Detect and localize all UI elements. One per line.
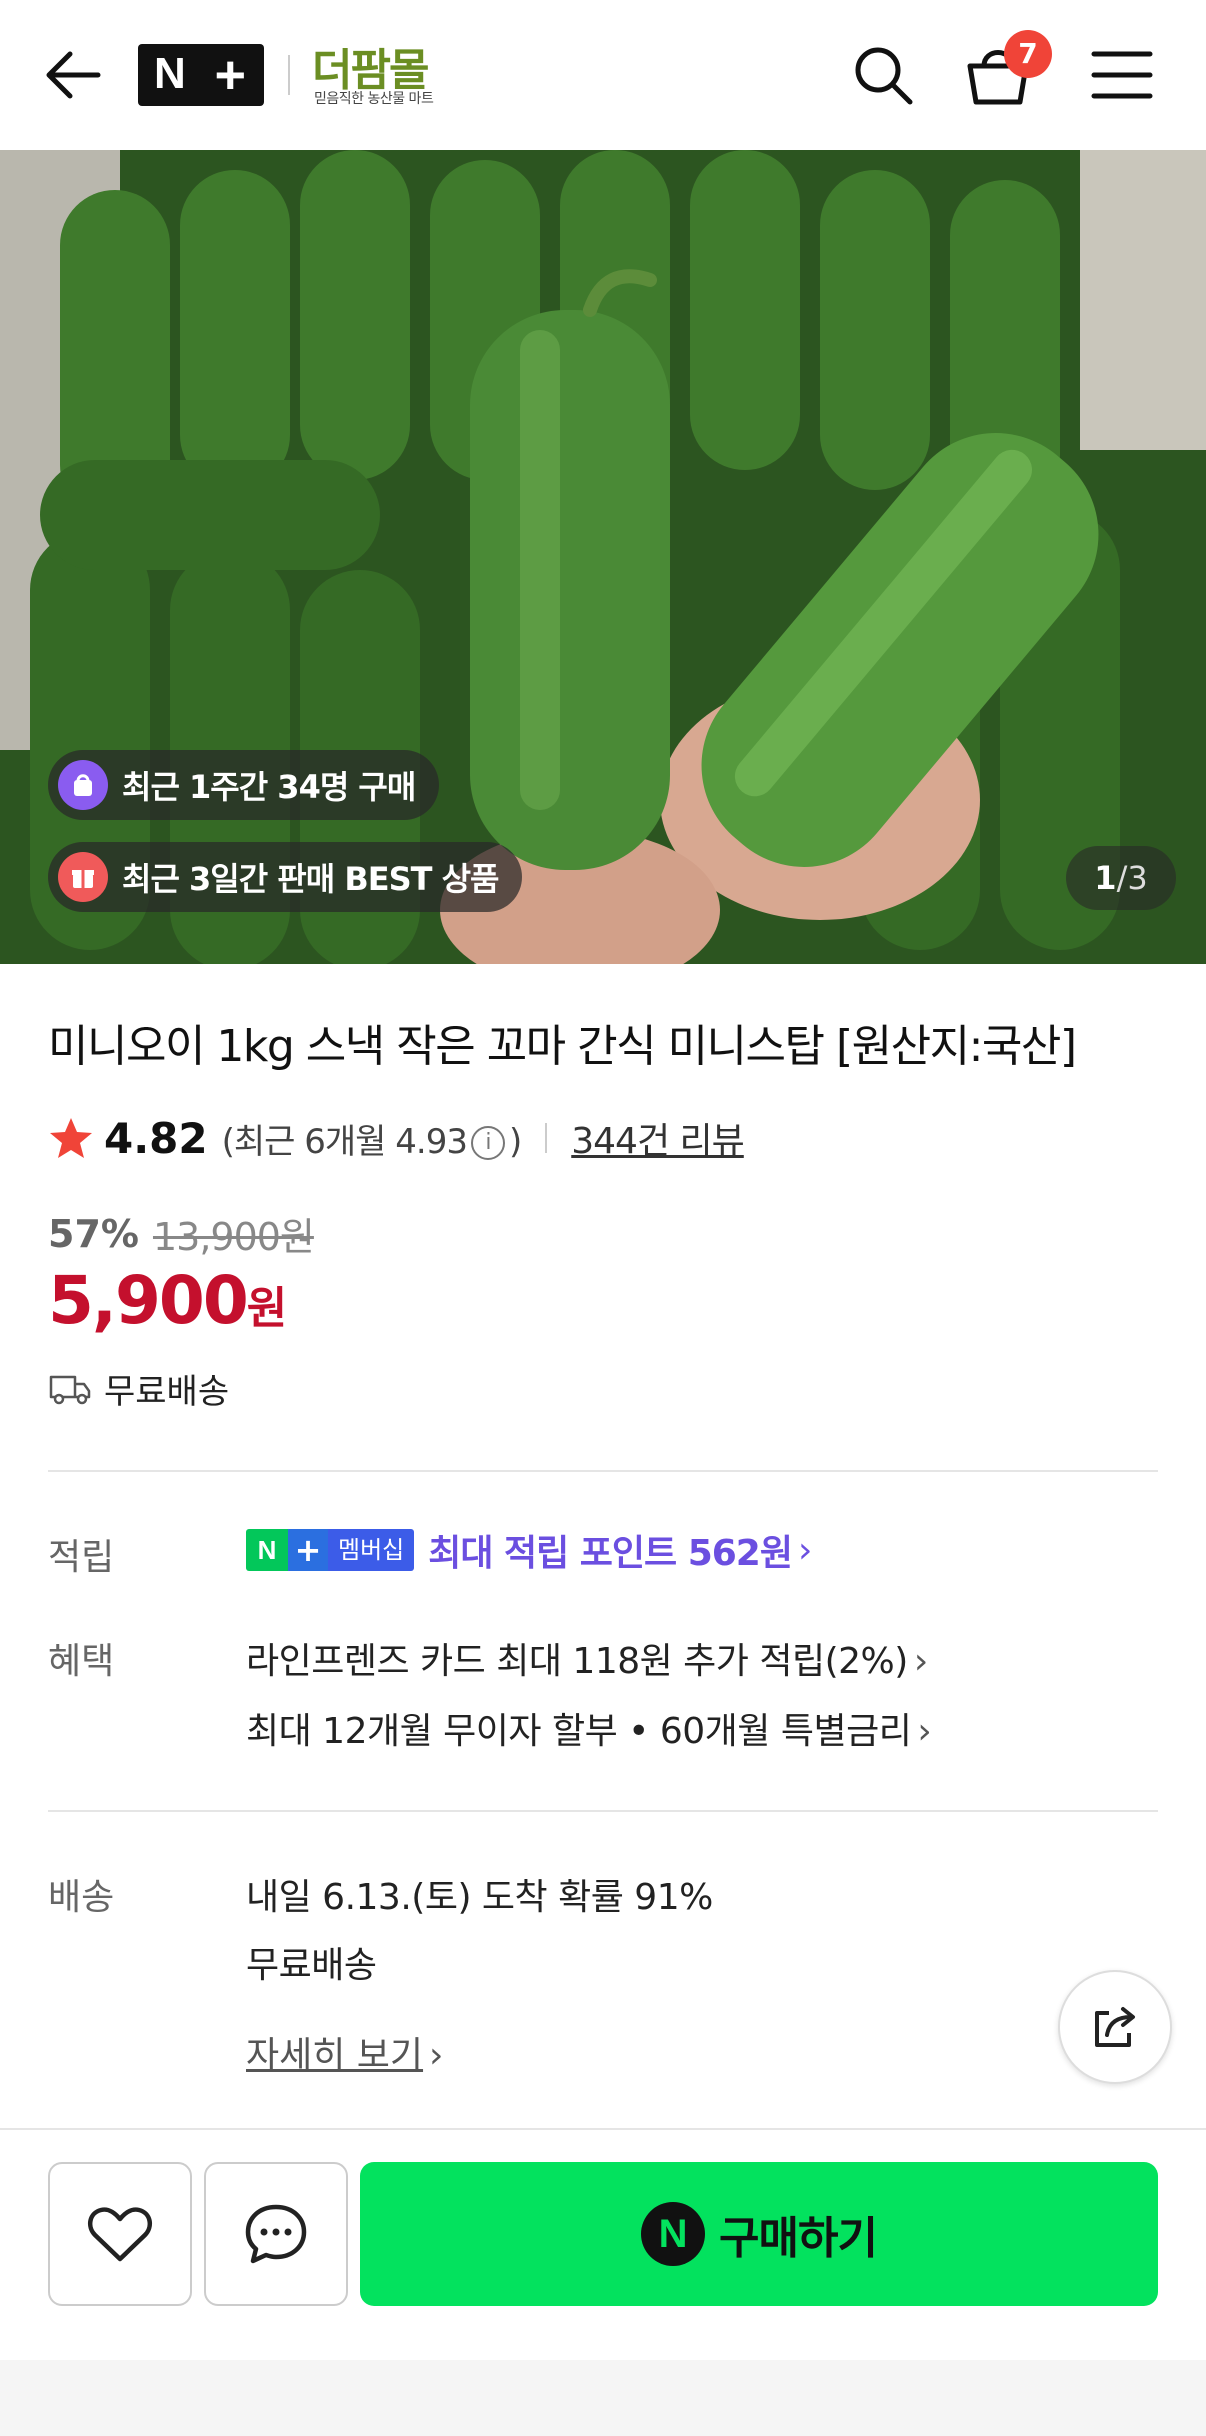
search-button[interactable] bbox=[848, 40, 918, 110]
recent-rating: (최근 6개월 4.93 i) bbox=[221, 1114, 523, 1163]
truck-icon bbox=[49, 1375, 91, 1404]
image-index: 1 bbox=[1094, 859, 1117, 897]
recent-buyers-text: 최근 1주간 34명 구매 bbox=[122, 768, 416, 806]
sale-price: 5,900 bbox=[48, 1262, 249, 1339]
chevron-right-icon: › bbox=[917, 1711, 932, 1752]
max-points-text: 최대 적립 포인트 562원 bbox=[428, 1533, 793, 1574]
membership-points-link[interactable]: N + 멤버십 최대 적립 포인트 562원 › bbox=[246, 1524, 812, 1576]
membership-n: N bbox=[246, 1529, 288, 1571]
nplus-membership-badge: N + 멤버십 bbox=[246, 1529, 415, 1571]
price-unit: 원 bbox=[246, 1283, 288, 1334]
review-count-link[interactable]: 344건 리뷰 bbox=[571, 1112, 745, 1164]
original-price: 13,900원 bbox=[152, 1215, 315, 1259]
heart-icon bbox=[87, 2207, 153, 2262]
cart-count-badge: 7 bbox=[1004, 30, 1052, 78]
search-icon bbox=[855, 47, 913, 105]
shopping-bag-icon bbox=[58, 760, 108, 810]
section-divider bbox=[48, 1470, 1158, 1472]
logo-plus: + bbox=[214, 45, 246, 105]
chat-button[interactable] bbox=[204, 2162, 348, 2306]
installment-link[interactable]: 최대 12개월 무이자 할부 • 60개월 특별금리 › bbox=[246, 1702, 932, 1754]
menu-button[interactable] bbox=[1090, 44, 1154, 106]
image-total: /3 bbox=[1116, 859, 1148, 897]
membership-plus: + bbox=[288, 1529, 328, 1571]
logo-n: N bbox=[154, 49, 186, 98]
wishlist-button[interactable] bbox=[48, 2162, 192, 2306]
delivery-label: 배송 bbox=[48, 1877, 115, 1918]
share-button[interactable] bbox=[1058, 1970, 1172, 2084]
card-benefit-text: 라인프렌즈 카드 최대 118원 추가 적립(2%) bbox=[246, 1641, 908, 1682]
chat-icon bbox=[245, 2204, 307, 2264]
buy-button[interactable]: N 구매하기 bbox=[360, 2162, 1158, 2306]
discount-percent: 57% bbox=[48, 1211, 139, 1256]
installment-text: 최대 12개월 무이자 할부 • 60개월 특별금리 bbox=[246, 1711, 912, 1752]
info-icon[interactable]: i bbox=[470, 1126, 505, 1160]
best-seller-text: 최근 3일간 판매 BEST 상품 bbox=[122, 860, 499, 898]
points-label: 적립 bbox=[48, 1537, 115, 1578]
app-header: N + 더팜몰 믿음직한 농산물 마트 7 bbox=[0, 0, 1206, 150]
logo-divider bbox=[288, 55, 290, 95]
share-icon bbox=[1095, 2007, 1135, 2047]
star-icon bbox=[50, 1118, 92, 1158]
gift-icon bbox=[58, 852, 108, 902]
back-arrow-icon bbox=[46, 51, 101, 99]
rating-divider bbox=[545, 1123, 548, 1153]
price-row: 5,900원 bbox=[48, 1262, 287, 1339]
card-benefit-link[interactable]: 라인프렌즈 카드 최대 118원 추가 적립(2%) › bbox=[246, 1632, 928, 1684]
chevron-right-icon: › bbox=[429, 2035, 444, 2076]
rating-row: 4.82 (최근 6개월 4.93 i) 344건 리뷰 bbox=[48, 1108, 745, 1168]
rating-value: 4.82 bbox=[104, 1113, 208, 1163]
section-divider bbox=[48, 1810, 1158, 1812]
best-seller-badge: 최근 3일간 판매 BEST 상품 bbox=[48, 842, 523, 912]
home-indicator-area bbox=[0, 2360, 1206, 2436]
recent-rating-close: ) bbox=[508, 1121, 522, 1162]
delivery-arrival: 내일 6.13.(토) 도착 확률 91% bbox=[246, 1877, 713, 1918]
discount-row: 57% 13,900원 bbox=[48, 1206, 315, 1261]
image-counter: 1/3 bbox=[1066, 846, 1176, 910]
membership-text: 멤버십 bbox=[328, 1529, 415, 1571]
mall-tagline: 믿음직한 농산물 마트 bbox=[314, 91, 434, 107]
back-button[interactable] bbox=[38, 40, 108, 110]
chevron-right-icon: › bbox=[913, 1641, 928, 1682]
benefit-label: 혜택 bbox=[48, 1641, 115, 1682]
buy-button-label: 구매하기 bbox=[719, 2213, 878, 2264]
delivery-detail-text: 자세히 보기 bbox=[246, 2035, 424, 2076]
nplus-logo[interactable]: N + bbox=[138, 44, 264, 106]
chevron-right-icon: › bbox=[797, 1529, 813, 1571]
shipping-summary-text: 무료배송 bbox=[104, 1372, 230, 1412]
product-title: 미니오이 1kg 스낵 작은 꼬마 간식 미니스탑 [원산지:국산] bbox=[48, 1021, 1077, 1072]
shipping-summary: 무료배송 bbox=[48, 1364, 229, 1413]
product-image-carousel[interactable]: 최근 1주간 34명 구매 최근 3일간 판매 BEST 상품 1/3 bbox=[0, 150, 1206, 964]
delivery-detail-link[interactable]: 자세히 보기 › bbox=[246, 2026, 443, 2078]
menu-icon bbox=[1091, 51, 1153, 99]
naver-pay-icon: N bbox=[641, 2202, 706, 2266]
recent-buyers-badge: 최근 1주간 34명 구매 bbox=[48, 750, 440, 820]
delivery-fee: 무료배송 bbox=[246, 1945, 377, 1986]
recent-rating-text: (최근 6개월 4.93 bbox=[221, 1121, 468, 1162]
